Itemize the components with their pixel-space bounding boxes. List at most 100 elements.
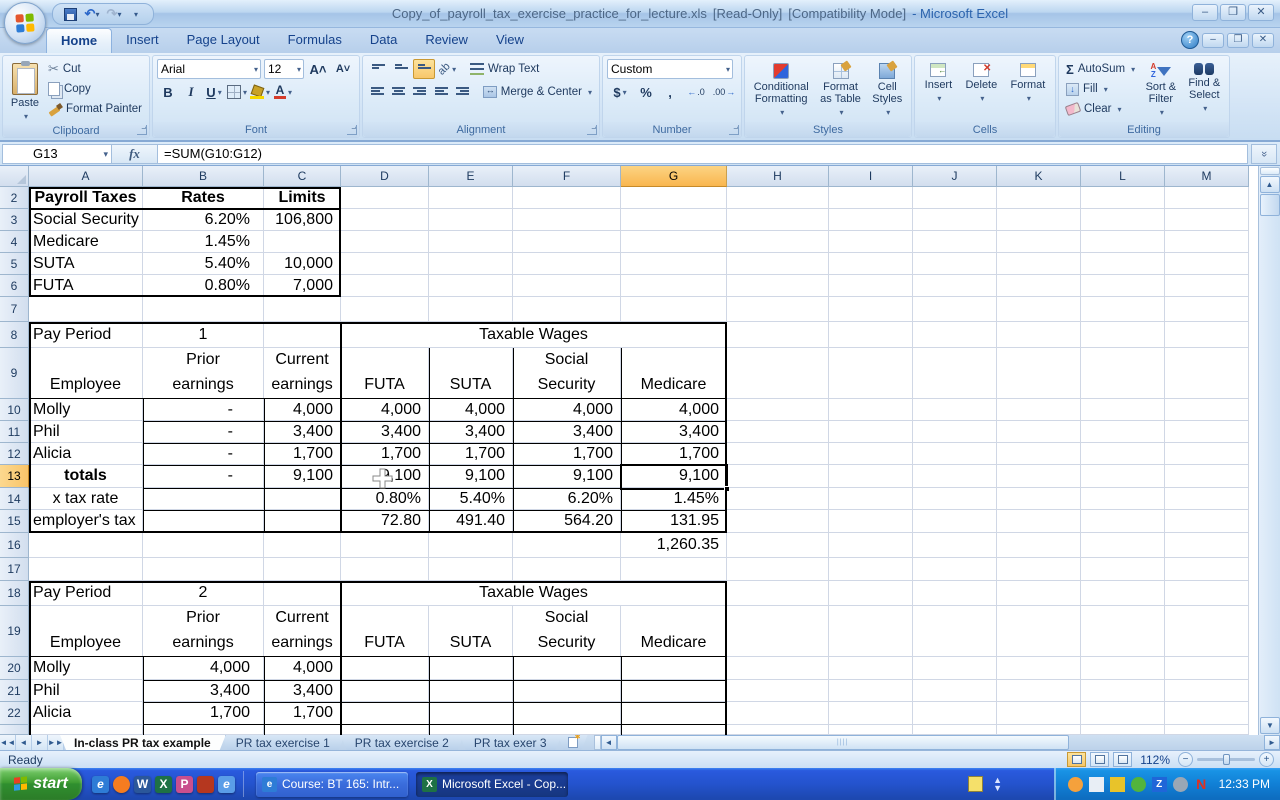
worksheet-grid[interactable]: ABCDEFGHIJKLM2Payroll TaxesRatesLimits3S… (0, 166, 1258, 735)
format-cells-button[interactable]: Format (1008, 59, 1049, 122)
cell-H20[interactable] (727, 657, 829, 680)
cell-F2[interactable] (513, 187, 621, 209)
cell-J8[interactable] (913, 322, 997, 348)
grow-font-button[interactable]: A˄ (307, 59, 329, 79)
internet-explorer-icon-2[interactable]: e (218, 776, 235, 793)
office-button[interactable] (4, 2, 46, 44)
cell-K16[interactable] (997, 533, 1081, 558)
ribbon-tab-review[interactable]: Review (411, 28, 482, 53)
cell-H19[interactable] (727, 606, 829, 657)
cell-J19[interactable] (913, 606, 997, 657)
scroll-right-button[interactable]: ► (1264, 735, 1280, 750)
cell-F3[interactable] (513, 209, 621, 231)
middle-align-button[interactable] (390, 59, 412, 79)
cell-F16[interactable] (513, 533, 621, 558)
cell-B16[interactable] (143, 533, 264, 558)
cell-I3[interactable] (829, 209, 913, 231)
cell-D5[interactable] (341, 253, 429, 275)
cell-J6[interactable] (913, 275, 997, 297)
cell-G5[interactable] (621, 253, 727, 275)
cell-I15[interactable] (829, 510, 913, 533)
cell-H2[interactable] (727, 187, 829, 209)
expand-formula-bar-button[interactable] (1251, 144, 1277, 164)
conditional-formatting-button[interactable]: Conditional Formatting (751, 59, 812, 122)
workbook-restore-button[interactable]: ❐ (1227, 33, 1249, 48)
cell-M17[interactable] (1165, 558, 1249, 581)
cell-M4[interactable] (1165, 231, 1249, 253)
font-size-combo[interactable]: 12 (264, 59, 304, 79)
cell-E5[interactable] (429, 253, 513, 275)
sheet-tab-pr-tax-exer-3[interactable]: PR tax exer 3 (460, 735, 562, 750)
cell-K6[interactable] (997, 275, 1081, 297)
cell-I4[interactable] (829, 231, 913, 253)
font-family-combo[interactable]: Arial (157, 59, 261, 79)
app-icon-pink[interactable]: P (176, 776, 193, 793)
cell-K13[interactable] (997, 465, 1081, 488)
page-break-view-button[interactable] (1113, 752, 1132, 767)
cell-M8[interactable] (1165, 322, 1249, 348)
cell-B17[interactable] (143, 558, 264, 581)
cell-I19[interactable] (829, 606, 913, 657)
insert-function-button[interactable]: fx (112, 144, 158, 164)
cell-D4[interactable] (341, 231, 429, 253)
cell-B7[interactable] (143, 297, 264, 322)
cell-F7[interactable] (513, 297, 621, 322)
cell-I18[interactable] (829, 581, 913, 606)
app-icon-red[interactable] (197, 776, 214, 793)
cell-M22[interactable] (1165, 702, 1249, 725)
row-header-5[interactable]: 5 (0, 253, 29, 275)
cell-I22[interactable] (829, 702, 913, 725)
shield-tray-icon[interactable] (1110, 777, 1125, 792)
excel-icon[interactable]: X (155, 776, 172, 793)
cell-K18[interactable] (997, 581, 1081, 606)
cell-I11[interactable] (829, 421, 913, 443)
paste-button[interactable]: Paste (7, 59, 43, 125)
sheet-tab-pr-tax-exercise-1[interactable]: PR tax exercise 1 (222, 735, 345, 750)
scroll-up-button[interactable]: ▲ (1260, 176, 1280, 193)
fill-button[interactable]: ↓Fill (1063, 79, 1138, 99)
cell-F4[interactable] (513, 231, 621, 253)
fill-color-button[interactable] (249, 82, 271, 102)
zoom-level[interactable]: 112% (1140, 753, 1170, 767)
cell-M11[interactable] (1165, 421, 1249, 443)
font-color-button[interactable]: A (272, 82, 294, 102)
format-as-table-button[interactable]: Format as Table (817, 59, 864, 122)
align-left-button[interactable] (367, 82, 387, 102)
cell-J15[interactable] (913, 510, 997, 533)
cell-H12[interactable] (727, 443, 829, 465)
cell-I20[interactable] (829, 657, 913, 680)
vertical-scroll-thumb[interactable] (1260, 194, 1280, 216)
save-button[interactable] (61, 5, 79, 23)
cell-E2[interactable] (429, 187, 513, 209)
column-header-K[interactable]: K (997, 166, 1081, 187)
cell-E6[interactable] (429, 275, 513, 297)
cell-K3[interactable] (997, 209, 1081, 231)
cell-J7[interactable] (913, 297, 997, 322)
zoom-out-button[interactable]: − (1178, 752, 1193, 767)
sheet-tab-in-class-pr-tax-example[interactable]: In-class PR tax example (60, 735, 226, 750)
row-header-18[interactable]: 18 (0, 581, 29, 606)
horizontal-scrollbar[interactable]: ◄ |||| ► (594, 735, 1280, 750)
cell-K14[interactable] (997, 488, 1081, 510)
insert-cells-button[interactable]: Insert (922, 59, 956, 122)
cell-M10[interactable] (1165, 399, 1249, 421)
scroll-down-button[interactable]: ▼ (1260, 717, 1280, 734)
cell-I6[interactable] (829, 275, 913, 297)
cell-F6[interactable] (513, 275, 621, 297)
formula-input[interactable]: =SUM(G10:G12) (158, 144, 1248, 164)
ribbon-tab-insert[interactable]: Insert (112, 28, 173, 53)
cell-A16[interactable] (29, 533, 143, 558)
row-header-6[interactable]: 6 (0, 275, 29, 297)
cell-M15[interactable] (1165, 510, 1249, 533)
select-all-corner[interactable] (0, 166, 29, 187)
cell-I5[interactable] (829, 253, 913, 275)
cell-M14[interactable] (1165, 488, 1249, 510)
cell-L8[interactable] (1081, 322, 1165, 348)
cell-M7[interactable] (1165, 297, 1249, 322)
column-header-F[interactable]: F (513, 166, 621, 187)
cell-L4[interactable] (1081, 231, 1165, 253)
cell-J17[interactable] (913, 558, 997, 581)
ribbon-tab-home[interactable]: Home (46, 28, 112, 53)
row-header-22[interactable]: 22 (0, 702, 29, 725)
cell-styles-button[interactable]: Cell Styles (869, 59, 905, 122)
